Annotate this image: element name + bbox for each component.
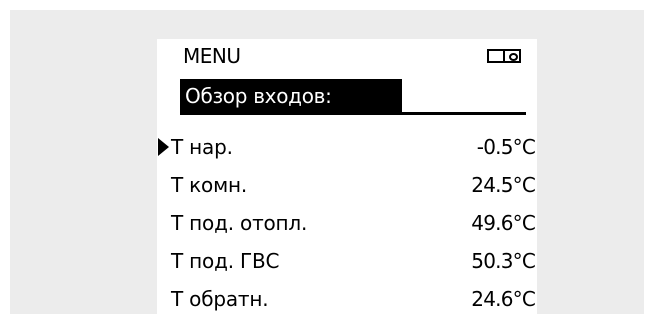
input-value: 24.6°C — [471, 287, 535, 311]
input-row-heating-flow-temp[interactable]: T под. отопл. 49.6°C — [157, 208, 537, 240]
input-row-room-temp[interactable]: T комн. 24.5°C — [157, 170, 537, 202]
input-label: T обратн. — [171, 287, 269, 311]
input-row-return-temp[interactable]: T обратн. 24.6°C — [157, 284, 537, 316]
menu-title: MENU — [183, 44, 241, 68]
input-value: 50.3°C — [471, 249, 535, 273]
input-value: -0.5°C — [476, 135, 536, 159]
mode-icon-cell — [489, 51, 505, 61]
mode-icon-cell — [505, 51, 519, 61]
controller-screen: MENU Обзор входов: T нар. -0.5°C T комн.… — [157, 39, 537, 324]
input-row-outdoor-temp[interactable]: T нар. -0.5°C — [157, 132, 537, 164]
input-value: 49.6°C — [471, 211, 535, 235]
section-heading: Обзор входов: — [180, 79, 402, 112]
section-heading-text: Обзор входов: — [185, 84, 332, 108]
input-label: T комн. — [171, 173, 248, 197]
display-frame: MENU Обзор входов: T нар. -0.5°C T комн.… — [10, 10, 644, 324]
input-label: T под. отопл. — [171, 211, 308, 235]
input-label: T под. ГВС — [171, 249, 280, 273]
input-row-dhw-flow-temp[interactable]: T под. ГВС 50.3°C — [157, 246, 537, 278]
selection-cursor-icon — [158, 138, 169, 156]
display-mode-icon — [487, 49, 521, 63]
input-value: 24.5°C — [471, 173, 535, 197]
heading-divider — [180, 112, 526, 115]
input-label: T нар. — [171, 135, 233, 159]
